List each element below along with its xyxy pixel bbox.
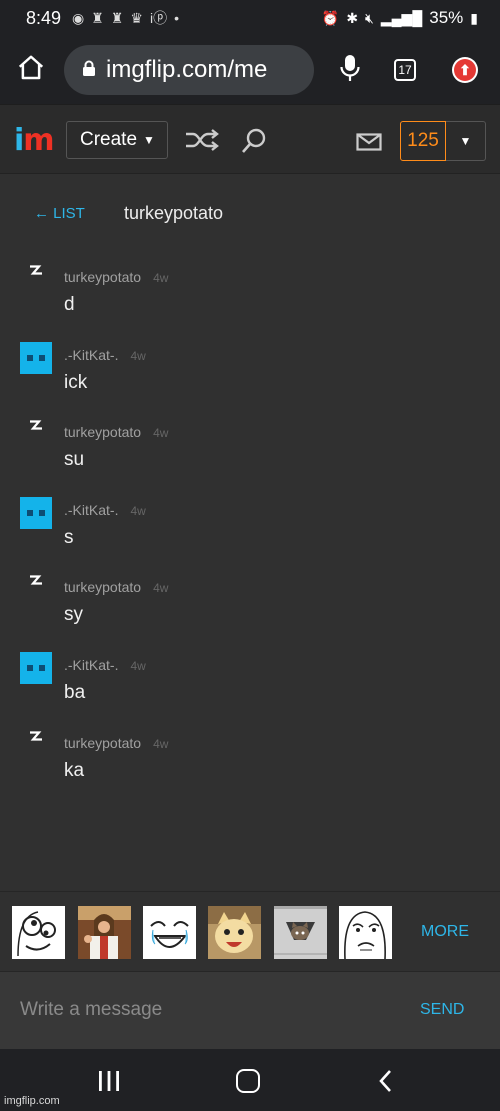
message-author[interactable]: turkeypotato: [64, 269, 141, 285]
message-author[interactable]: .-KitKat-.: [64, 657, 118, 673]
back-to-list-link[interactable]: ← LIST: [34, 205, 85, 222]
message-author[interactable]: turkeypotato: [64, 579, 141, 595]
blue-block-avatar[interactable]: [20, 341, 52, 374]
lightning-icon[interactable]: [20, 264, 52, 296]
address-bar[interactable]: imgflip.com/me: [64, 45, 314, 95]
browser-toolbar: imgflip.com/me 17 ⬆: [0, 36, 500, 104]
recent-apps-icon[interactable]: [98, 1071, 120, 1096]
message-input[interactable]: [12, 988, 372, 1032]
mute-icon: 🔇︎: [365, 9, 374, 26]
okay-face-meme[interactable]: [339, 906, 392, 960]
account-dropdown[interactable]: ▼: [446, 121, 486, 161]
caret-down-icon: ▼: [143, 133, 155, 147]
lightning-icon[interactable]: [20, 574, 52, 606]
message-item: .-KitKat-. 4w ick: [0, 336, 500, 414]
crown-icon: ♛: [130, 9, 143, 26]
blue-block-avatar[interactable]: [20, 651, 52, 684]
lightning-icon[interactable]: [20, 730, 52, 762]
more-memes-button[interactable]: MORE: [421, 923, 469, 941]
message-time: 4w: [130, 658, 146, 673]
imgflip-logo[interactable]: im: [14, 123, 55, 158]
happy-tears-face-meme[interactable]: [143, 906, 196, 959]
home-button-icon[interactable]: [236, 1069, 260, 1093]
mic-icon[interactable]: [340, 54, 360, 87]
imgflip-watermark: imgflip.com: [4, 1095, 60, 1107]
message-item: .-KitKat-. 4w s: [0, 491, 500, 569]
tab-switcher-button[interactable]: 17: [394, 59, 416, 81]
blue-block-avatar[interactable]: [20, 496, 52, 529]
caret-down-icon: ▼: [459, 134, 472, 148]
ceiling-cat-meme[interactable]: [274, 906, 327, 959]
message-time: 4w: [153, 271, 169, 285]
message-text: d: [64, 294, 75, 315]
message-time: 4w: [130, 348, 146, 363]
message-item: .-KitKat-. 4w ba: [0, 646, 500, 724]
derp-face-meme[interactable]: [12, 906, 65, 959]
message-time: 4w: [153, 426, 169, 441]
back-icon[interactable]: [378, 1069, 392, 1098]
send-button[interactable]: SEND: [420, 1001, 464, 1019]
message-item: turkeypotato 4w d: [0, 258, 500, 336]
battery-icon: ▮: [470, 9, 478, 26]
notification-icon: ♜: [110, 9, 124, 26]
message-composer: SEND: [0, 971, 500, 1049]
message-text: su: [64, 449, 85, 471]
update-button[interactable]: ⬆: [452, 57, 478, 83]
status-bar: 8:49 ◉ ♜ ♜ ♛ iⓟ • ⏰ ✱ 🔇︎ ▂▄▆█ 35% ▮: [0, 0, 500, 36]
notification-icon: ♜: [91, 9, 104, 26]
message-text: ick: [64, 371, 88, 393]
signal-icon: ▂▄▆█: [380, 9, 423, 26]
message-item: turkeypotato 4w sy: [0, 568, 500, 646]
message-text: s: [64, 526, 74, 548]
message-time: 4w: [130, 503, 146, 518]
message-time: 4w: [153, 581, 169, 596]
create-label: Create: [80, 129, 138, 150]
search-icon[interactable]: [240, 127, 268, 160]
happy-cat-meme[interactable]: [208, 906, 261, 959]
url-text: imgflip.com/me: [106, 56, 268, 83]
message-list: turkeypotato 4w d .-KitKat-. 4w ick turkey…: [0, 258, 500, 801]
battery-percent: 35%: [429, 8, 464, 27]
chat-header: ← LIST turkeypotato: [0, 175, 500, 245]
message-text: sy: [64, 604, 83, 626]
alarm-icon: ⏰: [321, 9, 340, 26]
create-button[interactable]: Create ▼: [66, 121, 168, 159]
dot-icon: •: [174, 10, 179, 26]
status-time: 8:49: [26, 7, 62, 28]
message-author[interactable]: .-KitKat-.: [64, 502, 118, 518]
message-item: turkeypotato 4w su: [0, 413, 500, 491]
bluetooth-icon: ✱: [346, 9, 359, 26]
app-icon: iⓟ: [149, 10, 168, 26]
arrow-up-icon: ⬆: [454, 59, 476, 81]
message-text: ka: [64, 759, 85, 781]
lightning-icon[interactable]: [20, 419, 52, 451]
meme-picker: MORE: [0, 891, 500, 971]
points-badge[interactable]: 125: [400, 121, 446, 161]
message-author[interactable]: turkeypotato: [64, 735, 141, 751]
buddy-christ-meme[interactable]: [78, 906, 131, 959]
chat-partner-name: turkeypotato: [124, 203, 224, 223]
shuffle-icon[interactable]: [184, 129, 220, 156]
message-text: ba: [64, 681, 86, 703]
home-icon[interactable]: [16, 53, 46, 88]
message-item: turkeypotato 4w ka: [0, 724, 500, 802]
message-author[interactable]: turkeypotato: [64, 424, 141, 440]
lock-icon: [82, 60, 96, 81]
message-time: 4w: [153, 736, 169, 751]
mail-icon[interactable]: [356, 133, 382, 156]
record-icon: ◉: [72, 9, 85, 26]
site-header: im Create ▼ 125 ▼: [0, 104, 500, 174]
system-navigation-bar: [0, 1049, 500, 1111]
message-author[interactable]: .-KitKat-.: [64, 347, 118, 363]
